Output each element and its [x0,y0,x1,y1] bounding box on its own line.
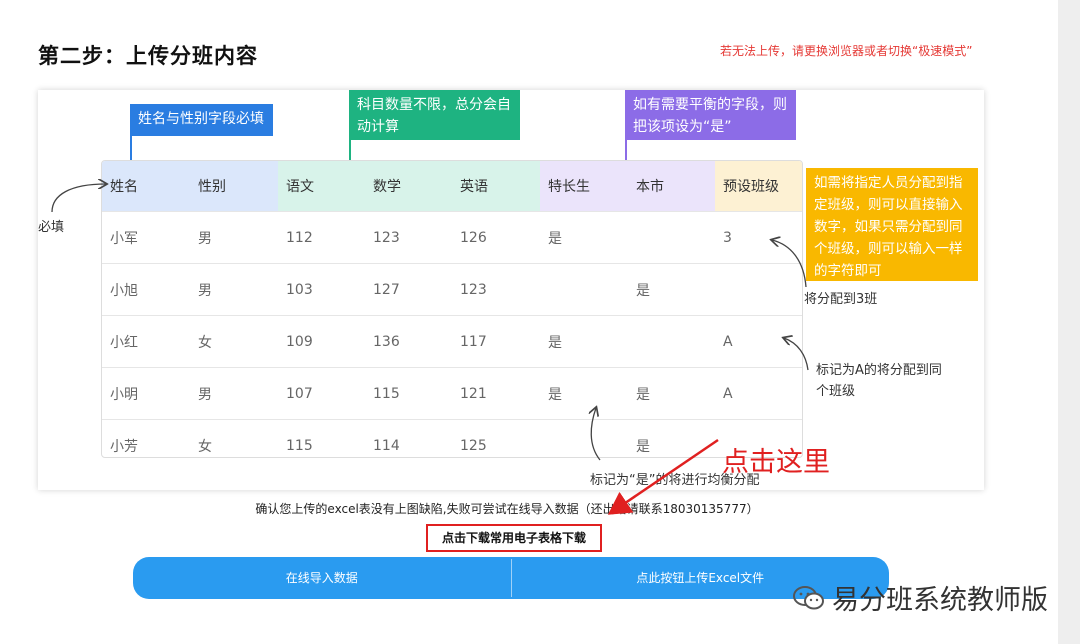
table-cell: 3 [715,211,802,264]
table-cell: 136 [365,315,452,368]
table-cell: 114 [365,419,452,457]
example-panel: 姓名与性别字段必填 科目数量不限，总分会自动计算 如有需要平衡的字段，则把该项设… [38,90,984,490]
table-row: 小红 女 109 136 117 是 A [102,315,802,368]
action-bar: 在线导入数据 点此按钮上传Excel文件 [133,557,889,599]
wechat-icon [793,585,824,609]
watermark-text: 易分班系统教师版 [832,585,1048,616]
table-cell [628,211,715,264]
table-row: 小芳 女 115 114 125 是 [102,419,802,457]
table-cell: 男 [190,263,278,316]
table-cell: 121 [452,367,540,420]
table-cell: 小军 [102,211,190,264]
table-cell: 女 [190,419,278,457]
table-cell: 是 [628,263,715,316]
table-cell [540,263,628,316]
column-header: 预设班级 [715,161,802,212]
table-cell: 是 [540,315,628,368]
table-header-row: 姓名 性别 语文 数学 英语 特长生 本市 预设班级 [102,161,802,212]
table-cell: 126 [452,211,540,264]
table-cell: A [715,367,802,420]
table-cell: 小明 [102,367,190,420]
table-cell: 男 [190,211,278,264]
tag-subjects-unlimited: 科目数量不限，总分会自动计算 [349,90,520,140]
table-cell: 115 [365,367,452,420]
note-mark-a: 标记为A的将分配到同个班级 [816,363,942,399]
page: 第二步：上传分班内容 若无法上传，请更换浏览器或者切换“极速模式” 姓名与性别字… [0,0,1058,644]
table-cell [628,315,715,368]
table-cell [540,419,628,457]
table-cell: 117 [452,315,540,368]
table-cell [715,263,802,316]
table-cell: 115 [278,419,365,457]
confirm-message: 确认您上传的excel表没有上图缺陷,失败可尝试在线导入数据（还出错请联系180… [255,502,759,516]
table-cell: 103 [278,263,365,316]
table-cell: 小芳 [102,419,190,457]
table-cell: 是 [540,367,628,420]
column-header: 特长生 [540,161,628,212]
column-header: 性别 [190,161,278,212]
table-cell: A [715,315,802,368]
column-header: 语文 [278,161,365,212]
browser-warning: 若无法上传，请更换浏览器或者切换“极速模式” [720,44,973,58]
table-cell: 127 [365,263,452,316]
column-header: 英语 [452,161,540,212]
tag-preset-class: 如需将指定人员分配到指定班级，则可以直接输入数字，如果只需分配到同个班级，则可以… [806,168,978,281]
column-header: 数学 [365,161,452,212]
table-cell: 123 [452,263,540,316]
tag-stem-blue [130,136,132,160]
note-assign-class3: 将分配到3班 [804,292,878,307]
watermark: 易分班系统教师版 [792,578,1048,617]
table-cell: 女 [190,315,278,368]
table-cell: 是 [628,419,715,457]
table-cell: 小红 [102,315,190,368]
example-table: 姓名 性别 语文 数学 英语 特长生 本市 预设班级 小军 男 112 123 … [101,160,803,458]
scrollbar-track[interactable] [1058,0,1080,644]
confirm-text: 确认您上传的excel表没有上图缺陷,失败可尝试在线导入数据（还出错请联系180… [0,500,1058,517]
note-required: 必填 [38,220,65,235]
table-row: 小明 男 107 115 121 是 是 A [102,367,802,420]
table-cell: 是 [628,367,715,420]
table-cell: 是 [540,211,628,264]
tag-stem-green [349,140,351,160]
tag-name-gender-required: 姓名与性别字段必填 [130,104,273,136]
tag-stem-purple [625,140,627,160]
table-row: 小军 男 112 123 126 是 3 [102,211,802,264]
table-cell: 男 [190,367,278,420]
table-cell: 107 [278,367,365,420]
table-cell: 112 [278,211,365,264]
tag-balance-field: 如有需要平衡的字段，则把该项设为“是” [625,90,796,140]
download-template-button[interactable]: 点击下载常用电子表格下载 [426,524,602,552]
table-cell: 109 [278,315,365,368]
column-header: 姓名 [102,161,190,212]
table-cell: 125 [452,419,540,457]
page-title: 第二步：上传分班内容 [38,44,258,68]
table-cell: 小旭 [102,263,190,316]
table-row: 小旭 男 103 127 123 是 [102,263,802,316]
online-import-button[interactable]: 在线导入数据 [133,557,511,599]
click-here-annotation: 点击这里 [722,447,830,478]
table-cell: 123 [365,211,452,264]
column-header: 本市 [628,161,715,212]
